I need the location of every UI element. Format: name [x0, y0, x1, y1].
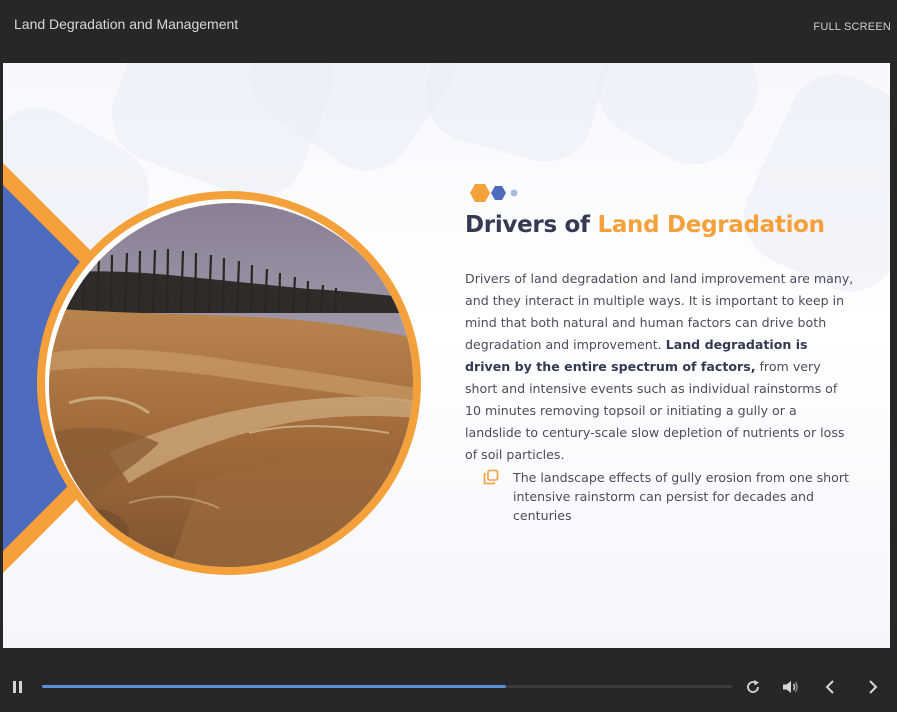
background-shape — [415, 63, 621, 173]
progress-bar[interactable] — [42, 685, 732, 688]
next-icon[interactable] — [867, 679, 879, 695]
heading-text: Drivers of — [465, 212, 598, 238]
pause-icon[interactable] — [12, 680, 24, 694]
photo-frame — [37, 191, 421, 575]
eroded-quarry-photo — [49, 203, 413, 567]
progress-fill — [42, 685, 507, 688]
slide-heading: Drivers of Land Degradation — [465, 212, 825, 238]
heading-accent-text: Land Degradation — [597, 212, 825, 238]
top-bar: Land Degradation and Management FULL SCR… — [0, 0, 897, 62]
player-controls — [0, 660, 897, 712]
fullscreen-button[interactable]: FULL SCREEN — [813, 21, 891, 33]
background-shape — [580, 63, 776, 182]
slide-canvas: Drivers of Land Degradation Drivers of l… — [3, 63, 890, 648]
body-paragraph: Drivers of land degradation and land imp… — [465, 268, 855, 466]
copy-icon — [483, 469, 499, 485]
course-title: Land Degradation and Management — [14, 16, 239, 32]
note-text: The landscape effects of gully erosion f… — [513, 470, 849, 523]
volume-icon[interactable] — [782, 679, 800, 695]
replay-icon[interactable] — [745, 679, 761, 695]
paragraph-rest: from very short and intensive events suc… — [465, 359, 845, 462]
decorative-hexagons — [470, 184, 518, 202]
previous-icon[interactable] — [824, 679, 836, 695]
